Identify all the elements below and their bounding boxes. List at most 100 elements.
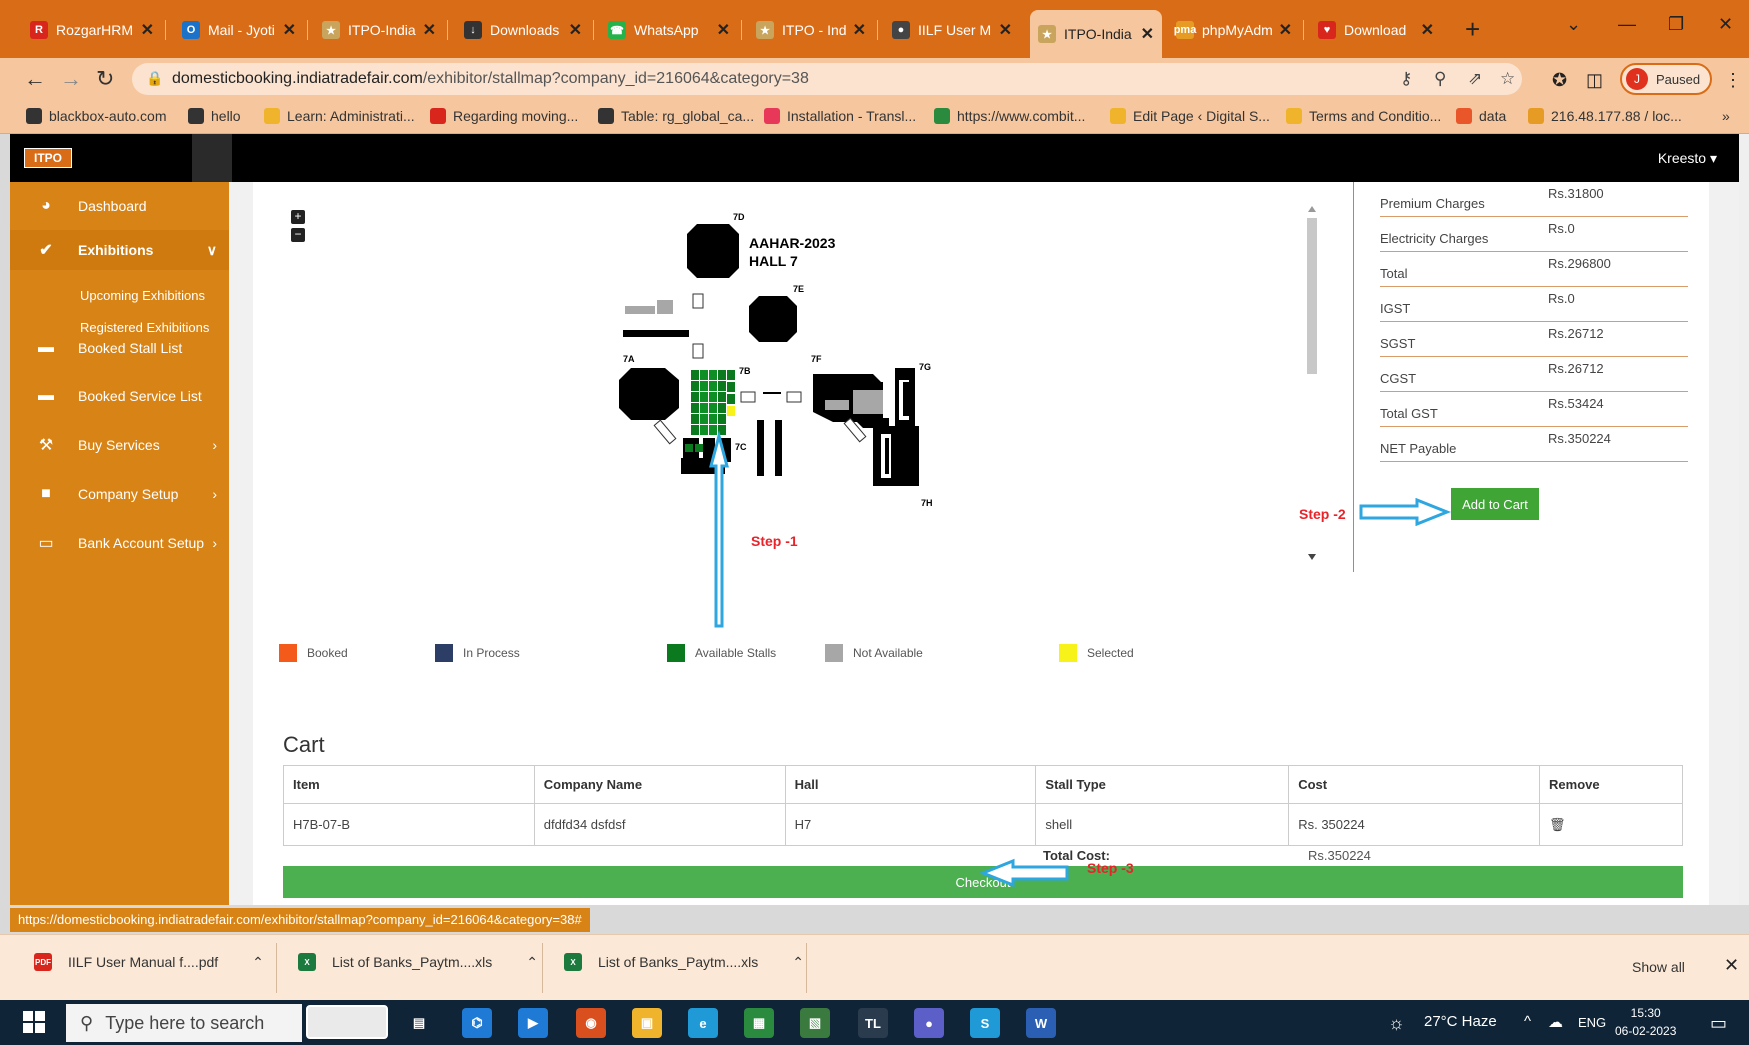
available-stall[interactable]	[718, 414, 726, 424]
tab-close-icon[interactable]: ✕	[1141, 24, 1154, 44]
bookmark-item[interactable]: Installation - Transl...	[764, 108, 916, 124]
key-icon[interactable]: ⚷	[1400, 69, 1412, 89]
itpo-logo[interactable]: ITPO	[24, 148, 72, 168]
app-green-icon[interactable]: ▦	[744, 1008, 774, 1038]
available-stall[interactable]	[691, 414, 699, 424]
available-stall[interactable]	[727, 382, 735, 392]
tab-close-icon[interactable]: ✕	[1279, 20, 1292, 40]
word-icon[interactable]: W	[1026, 1008, 1056, 1038]
close-icon[interactable]: ✕	[1724, 955, 1739, 976]
file-explorer-icon[interactable]: ▣	[632, 1008, 662, 1038]
browser-tab[interactable]: ♥ Download ✕	[1310, 12, 1442, 48]
available-stall[interactable]	[700, 381, 708, 391]
available-stall[interactable]	[700, 414, 708, 424]
map-scrollbar[interactable]	[1303, 202, 1321, 582]
app-multi-icon[interactable]: ▧	[800, 1008, 830, 1038]
browser-tab[interactable]: ↓ Downloads ✕	[456, 12, 590, 48]
sidebar-subitem[interactable]: Upcoming Exhibitions	[80, 288, 205, 303]
star-icon[interactable]: ☆	[1500, 69, 1515, 89]
sidebar-item-booked-service-list[interactable]: ▬ Booked Service List	[10, 376, 229, 416]
zoom-icon[interactable]: ⚲	[1434, 69, 1446, 89]
download-item[interactable]: X List of Banks_Paytm....xls ⌃	[298, 953, 538, 971]
available-stall[interactable]	[691, 392, 699, 402]
sidebar-toggle-button[interactable]	[192, 134, 232, 182]
available-stall[interactable]	[718, 370, 726, 380]
address-bar[interactable]: 🔒 domesticbooking.indiatradefair.com/exh…	[132, 63, 1522, 95]
bookmark-item[interactable]: Table: rg_global_ca...	[598, 108, 754, 124]
browser-tab[interactable]: ★ ITPO-India ✕	[1030, 10, 1162, 58]
hall-7e-block[interactable]	[749, 296, 797, 342]
available-stall[interactable]	[691, 425, 699, 435]
reload-icon[interactable]: ↻	[96, 66, 114, 92]
share-icon[interactable]: ⇗	[1468, 69, 1482, 89]
available-stall[interactable]	[700, 392, 708, 402]
available-stall[interactable]	[718, 403, 726, 413]
back-icon[interactable]: ←	[24, 66, 46, 92]
available-stall[interactable]	[709, 425, 717, 435]
selected-stall[interactable]	[727, 406, 735, 416]
tab-close-icon[interactable]: ✕	[569, 20, 582, 40]
browser-tab[interactable]: ☎ WhatsApp ✕	[600, 12, 738, 48]
available-stall[interactable]	[695, 444, 703, 452]
hall-7d-block[interactable]	[687, 224, 739, 278]
available-stall[interactable]	[727, 394, 735, 404]
notification-icon[interactable]: ▭	[1710, 1013, 1727, 1034]
available-stall[interactable]	[727, 370, 735, 380]
tab-close-icon[interactable]: ✕	[717, 20, 730, 40]
available-stall[interactable]	[709, 381, 717, 391]
forward-icon[interactable]: →	[60, 66, 82, 92]
hall-7g-block[interactable]	[903, 382, 909, 416]
teams-icon[interactable]: ●	[914, 1008, 944, 1038]
available-stall[interactable]	[718, 381, 726, 391]
download-item[interactable]: X List of Banks_Paytm....xls ⌃	[564, 953, 804, 971]
available-stall[interactable]	[700, 370, 708, 380]
bookmark-item[interactable]: 216.48.177.88 / loc...	[1528, 108, 1682, 124]
page-scrollbar[interactable]	[1739, 134, 1749, 905]
onedrive-icon[interactable]: ☁	[1548, 1013, 1563, 1031]
available-stall[interactable]	[709, 370, 717, 380]
sidebar-subitem[interactable]: Registered Exhibitions	[80, 320, 209, 335]
new-tab-button[interactable]: +	[1465, 14, 1480, 45]
bookmark-item[interactable]: Terms and Conditio...	[1286, 108, 1441, 124]
available-stall[interactable]	[691, 370, 699, 380]
browser-tab[interactable]: ★ ITPO - India ✕	[748, 12, 874, 48]
available-stall[interactable]	[718, 392, 726, 402]
hall-7a-block[interactable]	[619, 368, 679, 420]
add-to-cart-button[interactable]: Add to Cart	[1451, 488, 1539, 520]
browser-tab[interactable]: R RozgarHRM ✕	[22, 12, 162, 48]
tab-close-icon[interactable]: ✕	[999, 20, 1012, 40]
menu-kebab-icon[interactable]: ⋮	[1724, 70, 1742, 91]
hall-7h-block[interactable]	[873, 426, 919, 486]
trash-icon[interactable]: 🗑	[1549, 817, 1566, 832]
browser-tab[interactable]: ★ ITPO-India ✕	[314, 12, 444, 48]
close-window-button[interactable]: ✕	[1718, 14, 1733, 35]
bookmark-item[interactable]: Learn: Administrati...	[264, 108, 415, 124]
available-stall[interactable]	[709, 392, 717, 402]
tab-close-icon[interactable]: ✕	[141, 20, 154, 40]
download-item[interactable]: PDF IILF User Manual f....pdf ⌃	[34, 953, 264, 971]
available-stall[interactable]	[709, 403, 717, 413]
system-clock[interactable]: 15:30 06-02-2023	[1615, 1004, 1676, 1040]
app-tl-icon[interactable]: TL	[858, 1008, 888, 1038]
show-all-button[interactable]: Show all	[1620, 953, 1697, 981]
app-blue-icon[interactable]: ▶	[518, 1008, 548, 1038]
available-stall[interactable]	[709, 414, 717, 424]
bookmark-item[interactable]: Edit Page ‹ Digital S...	[1110, 108, 1270, 124]
bookmark-item[interactable]: https://www.combit...	[934, 108, 1085, 124]
available-stall[interactable]	[700, 403, 708, 413]
bookmark-item[interactable]: Regarding moving...	[430, 108, 578, 124]
vscode-icon[interactable]: ⌬	[462, 1008, 492, 1038]
hall-map[interactable]: 7D 7E 7A 7B 7F 7G 7C 7H AAHAR-2023 HALL …	[253, 182, 1353, 712]
user-menu[interactable]: Kreesto ▾	[1658, 150, 1717, 167]
bookmark-item[interactable]: blackbox-auto.com	[26, 108, 167, 124]
tab-close-icon[interactable]: ✕	[1421, 20, 1434, 40]
task-view-icon[interactable]: ▤	[404, 1008, 434, 1038]
sidebar-item-dashboard[interactable]: ◕ Dashboard	[10, 186, 229, 226]
sidebar-item-company-setup[interactable]: ■ Company Setup ›	[10, 474, 229, 514]
sidebar-item-exhibitions[interactable]: ✔ Exhibitions ∨	[10, 230, 229, 270]
sidebar-item-buy-services[interactable]: ⚒ Buy Services ›	[10, 425, 229, 465]
available-stalls-grid[interactable]	[691, 370, 735, 435]
bookmark-item[interactable]: hello	[188, 108, 241, 124]
browser-tab[interactable]: pma phpMyAdm ✕	[1168, 12, 1300, 48]
taskbar-search[interactable]: ⚲ Type here to search	[66, 1004, 302, 1042]
